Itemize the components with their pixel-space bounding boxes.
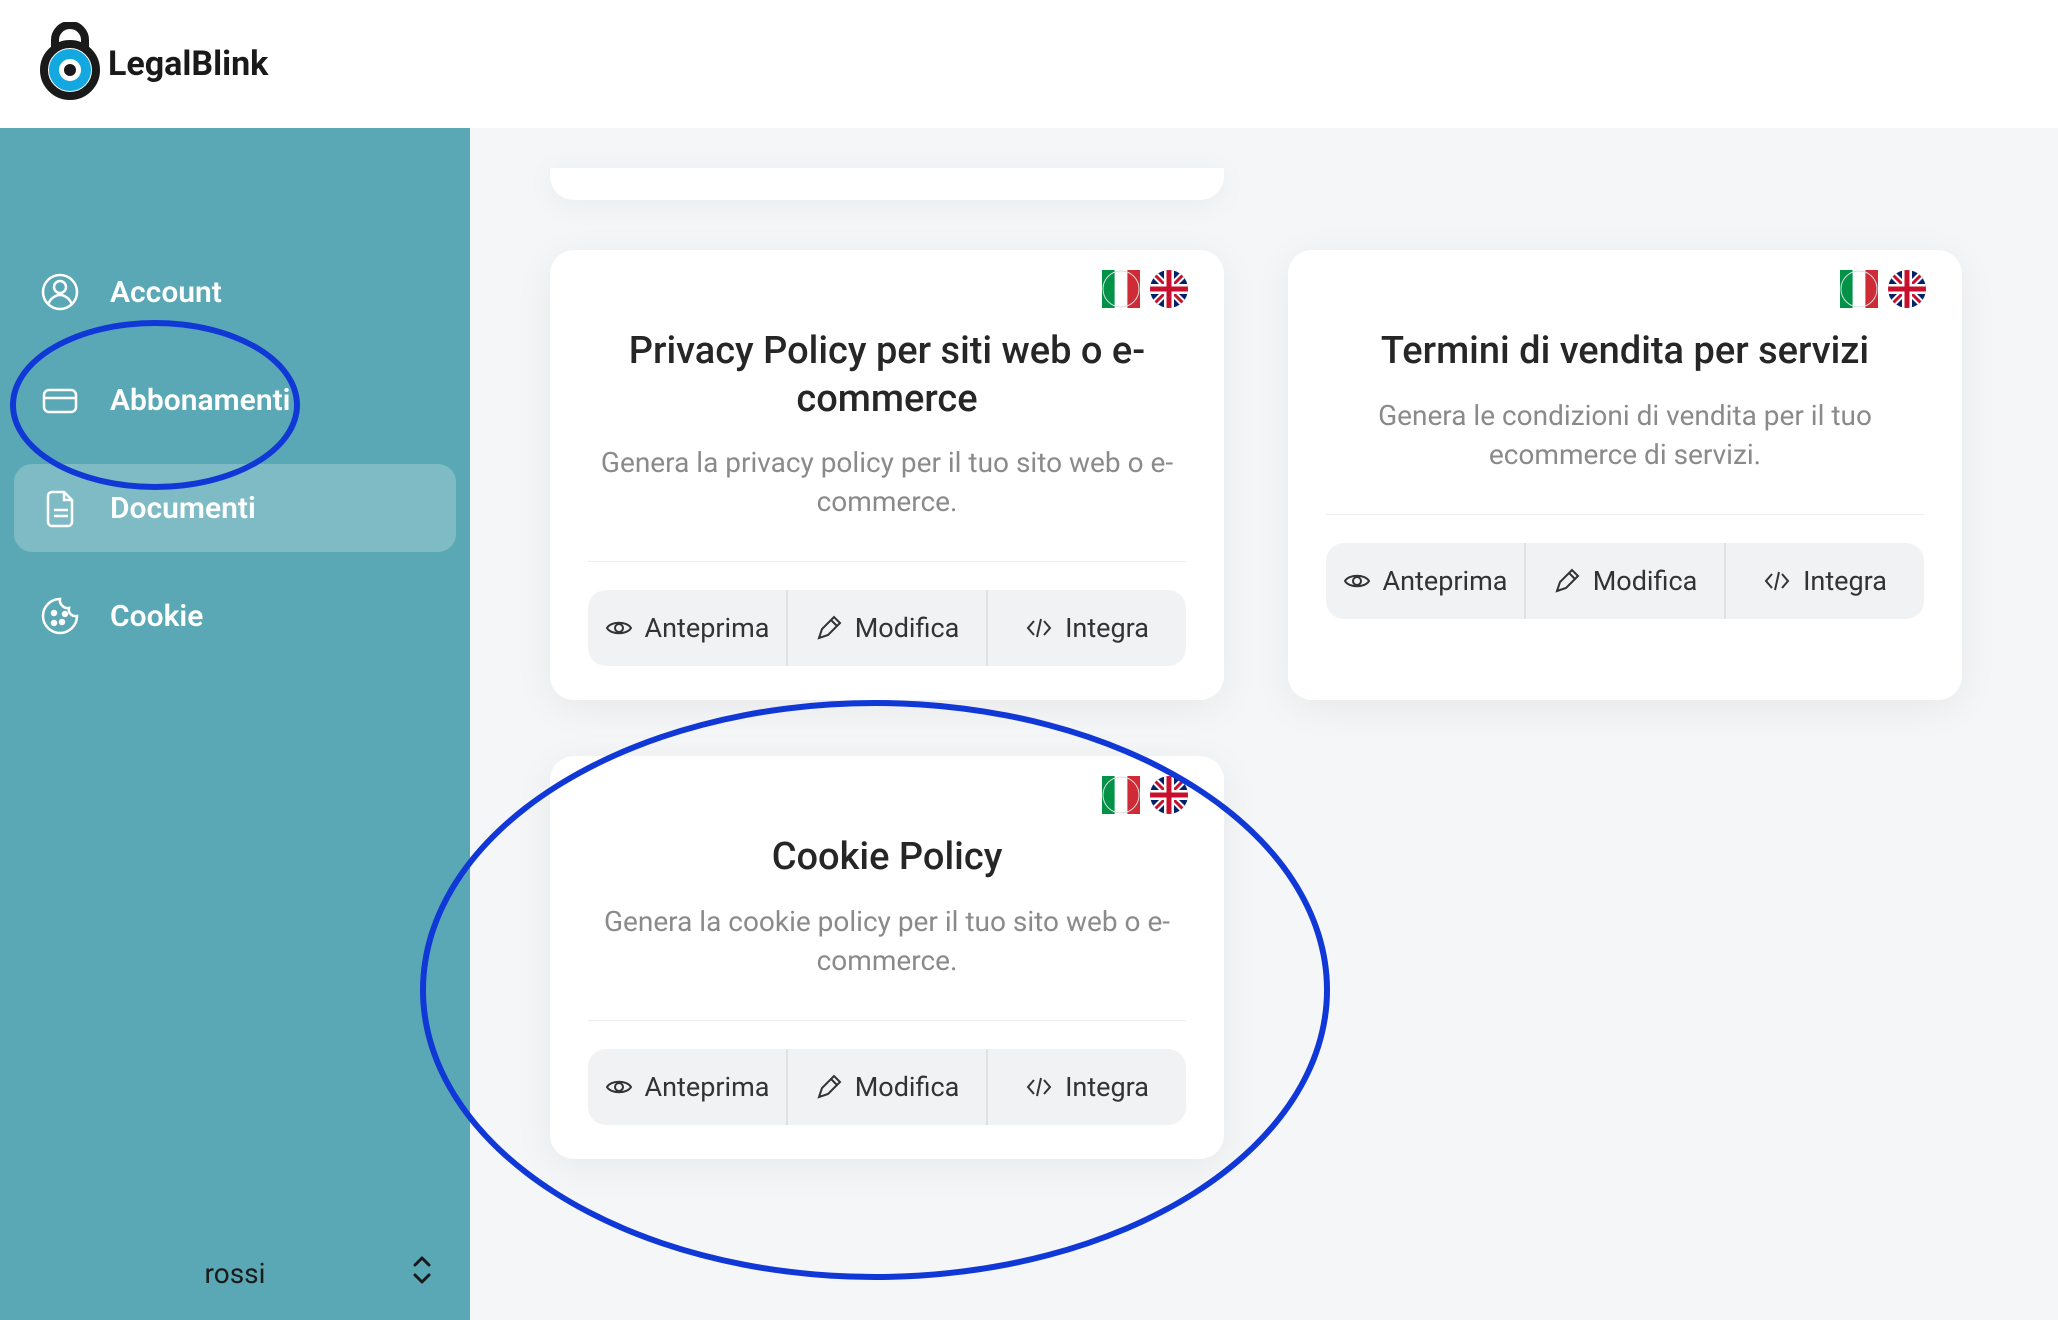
- document-card-sales-terms: Termini di vendita per servizi Genera le…: [1288, 250, 1962, 700]
- pencil-icon: [815, 614, 843, 642]
- action-label: Modifica: [855, 1071, 960, 1103]
- edit-button[interactable]: Modifica: [788, 1049, 988, 1125]
- main-content: Privacy Policy per siti web o e-commerce…: [470, 128, 2058, 1320]
- sidebar-user-switcher[interactable]: rossi: [0, 1237, 470, 1310]
- flag-it-icon: [1102, 270, 1140, 308]
- action-label: Integra: [1803, 565, 1887, 597]
- divider: [1326, 514, 1924, 515]
- pencil-icon: [815, 1073, 843, 1101]
- card-description: Genera le condizioni di vendita per il t…: [1326, 396, 1924, 474]
- sidebar-item-label: Documenti: [110, 491, 256, 526]
- card-actions: Anteprima Modifica Integra: [1326, 543, 1924, 619]
- eye-icon: [1343, 567, 1371, 595]
- action-label: Integra: [1065, 612, 1149, 644]
- sidebar-item-account[interactable]: Account: [0, 248, 470, 336]
- document-card-privacy-policy: Privacy Policy per siti web o e-commerce…: [550, 250, 1224, 700]
- preview-button[interactable]: Anteprima: [1326, 543, 1526, 619]
- eye-icon: [605, 614, 633, 642]
- sidebar-item-label: Abbonamenti: [110, 383, 290, 418]
- action-label: Anteprima: [1383, 565, 1508, 597]
- card-title: Cookie Policy: [588, 834, 1186, 882]
- card-description: Genera la privacy policy per il tuo sito…: [588, 443, 1186, 521]
- integrate-button[interactable]: Integra: [988, 590, 1186, 666]
- document-card-cookie-policy: Cookie Policy Genera la cookie policy pe…: [550, 756, 1224, 1159]
- eye-icon: [605, 1073, 633, 1101]
- card-truncated: [550, 168, 1224, 200]
- card-description: Genera la cookie policy per il tuo sito …: [588, 902, 1186, 980]
- sidebar: Account Abbonamenti Documenti: [0, 128, 470, 1320]
- sidebar-item-label: Cookie: [110, 599, 203, 634]
- sidebar-item-subscriptions[interactable]: Abbonamenti: [0, 356, 470, 444]
- card-icon: [40, 380, 80, 420]
- sidebar-item-documents[interactable]: Documenti: [14, 464, 456, 552]
- code-icon: [1025, 614, 1053, 642]
- action-label: Anteprima: [645, 1071, 770, 1103]
- card-title: Privacy Policy per siti web o e-commerce: [588, 328, 1186, 423]
- card-flags: [1102, 776, 1188, 814]
- action-label: Modifica: [1593, 565, 1698, 597]
- card-actions: Anteprima Modifica Integra: [588, 1049, 1186, 1125]
- cookie-icon: [40, 596, 80, 636]
- card-flags: [1102, 270, 1188, 308]
- sidebar-item-label: Account: [110, 275, 222, 310]
- action-label: Anteprima: [645, 612, 770, 644]
- flag-uk-icon: [1888, 270, 1926, 308]
- preview-button[interactable]: Anteprima: [588, 590, 788, 666]
- pencil-icon: [1553, 567, 1581, 595]
- header: LegalBlink: [0, 0, 2058, 128]
- divider: [588, 1020, 1186, 1021]
- flag-uk-icon: [1150, 270, 1188, 308]
- flag-it-icon: [1840, 270, 1878, 308]
- divider: [588, 561, 1186, 562]
- integrate-button[interactable]: Integra: [988, 1049, 1186, 1125]
- card-flags: [1840, 270, 1926, 308]
- flag-it-icon: [1102, 776, 1140, 814]
- sidebar-user-name: rossi: [205, 1257, 266, 1290]
- document-icon: [40, 488, 80, 528]
- card-title: Termini di vendita per servizi: [1326, 328, 1924, 376]
- edit-button[interactable]: Modifica: [1526, 543, 1726, 619]
- chevron-up-down-icon: [410, 1253, 434, 1294]
- flag-uk-icon: [1150, 776, 1188, 814]
- logo: LegalBlink: [40, 22, 268, 106]
- action-label: Integra: [1065, 1071, 1149, 1103]
- card-actions: Anteprima Modifica Integra: [588, 590, 1186, 666]
- code-icon: [1763, 567, 1791, 595]
- preview-button[interactable]: Anteprima: [588, 1049, 788, 1125]
- user-icon: [40, 272, 80, 312]
- code-icon: [1025, 1073, 1053, 1101]
- sidebar-item-cookie[interactable]: Cookie: [0, 572, 470, 660]
- logo-text: LegalBlink: [108, 44, 268, 84]
- integrate-button[interactable]: Integra: [1726, 543, 1924, 619]
- edit-button[interactable]: Modifica: [788, 590, 988, 666]
- logo-icon: [40, 22, 100, 106]
- action-label: Modifica: [855, 612, 960, 644]
